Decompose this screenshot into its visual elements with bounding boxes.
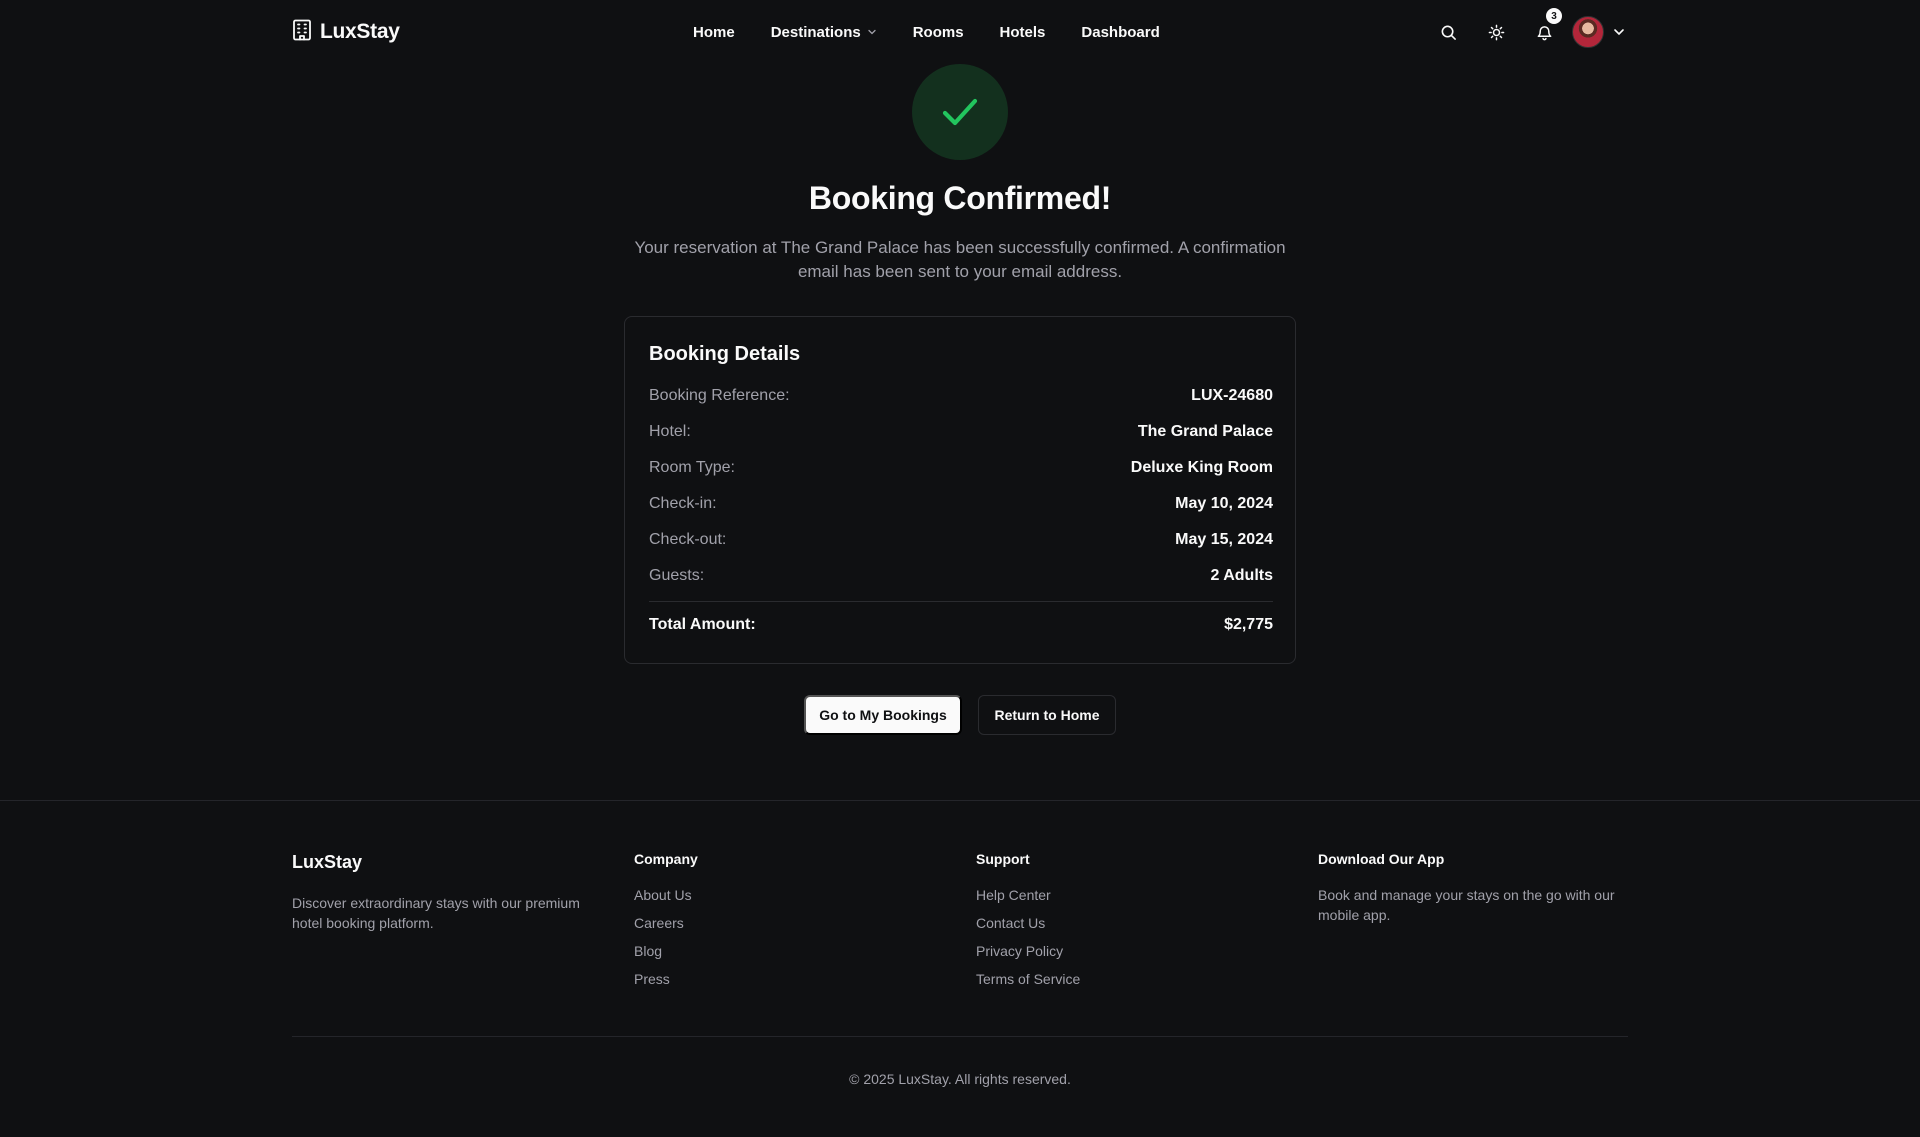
detail-value: May 15, 2024	[1175, 531, 1273, 548]
return-to-home-button[interactable]: Return to Home	[978, 695, 1116, 735]
footer-link-contact-us[interactable]: Contact Us	[976, 913, 1080, 933]
success-indicator	[912, 64, 1008, 160]
footer-link-terms-of-service[interactable]: Terms of Service	[976, 969, 1080, 989]
search-button[interactable]	[1430, 14, 1466, 50]
detail-row-room-type: Room Type: Deluxe King Room	[649, 459, 1273, 477]
detail-row-check-out: Check-out: May 15, 2024	[649, 531, 1273, 549]
footer-link-blog[interactable]: Blog	[634, 941, 698, 961]
building-icon	[292, 19, 312, 46]
footer-app-heading: Download Our App	[1318, 851, 1445, 867]
total-label: Total Amount:	[649, 616, 756, 633]
nav-home[interactable]: Home	[693, 24, 735, 41]
bell-icon	[1537, 25, 1551, 40]
footer-support-heading: Support	[976, 851, 1030, 867]
detail-label: Hotel:	[649, 423, 691, 440]
detail-value: May 10, 2024	[1175, 495, 1273, 512]
detail-value: LUX-24680	[1191, 387, 1273, 404]
confirmation-message: Your reservation at The Grand Palace has…	[634, 238, 1286, 281]
nav-destinations[interactable]: Destinations	[771, 24, 877, 41]
confirmation-title: Booking Confirmed!	[808, 180, 1112, 216]
detail-value: Deluxe King Room	[1130, 459, 1273, 476]
nav-rooms[interactable]: Rooms	[913, 24, 964, 41]
notifications-button[interactable]: 3	[1526, 8, 1562, 50]
footer-company-heading: Company	[634, 851, 698, 867]
sun-icon	[1488, 24, 1504, 40]
total-value: $2,775	[1224, 616, 1273, 633]
booking-details-card: Booking Details Booking Reference: LUX-2…	[624, 316, 1296, 664]
nav-hotels[interactable]: Hotels	[1000, 24, 1046, 41]
footer-link-help-center[interactable]: Help Center	[976, 885, 1080, 905]
user-avatar[interactable]	[1572, 16, 1604, 48]
footer-link-careers[interactable]: Careers	[634, 913, 698, 933]
detail-value: 2 Adults	[1210, 567, 1273, 584]
theme-toggle-button[interactable]	[1478, 14, 1514, 50]
detail-row-guests: Guests: 2 Adults	[649, 567, 1273, 585]
detail-row-total: Total Amount: $2,775	[649, 616, 1273, 634]
chevron-down-icon	[868, 29, 876, 35]
detail-row-hotel: Hotel: The Grand Palace	[649, 423, 1273, 441]
top-navigation-bar: LuxStay Home Destinations Rooms Hotels D…	[0, 0, 1920, 64]
footer-divider	[0, 800, 1920, 801]
footer-link-privacy-policy[interactable]: Privacy Policy	[976, 941, 1080, 961]
brand-name: LuxStay	[320, 20, 400, 43]
footer-description: Discover extraordinary stays with our pr…	[292, 895, 580, 931]
detail-value: The Grand Palace	[1137, 423, 1273, 440]
check-icon	[942, 98, 978, 126]
details-divider	[649, 601, 1273, 602]
chevron-down-icon[interactable]	[1612, 25, 1626, 39]
footer-app-column: Download Our App Book and manage your st…	[1318, 851, 1628, 925]
footer-support-column: Support Help Center Contact Us Privacy P…	[976, 851, 1080, 997]
detail-row-reference: Booking Reference: LUX-24680	[649, 387, 1273, 405]
detail-label: Booking Reference:	[649, 387, 790, 404]
search-icon	[1441, 25, 1456, 40]
detail-label: Room Type:	[649, 459, 735, 476]
footer-link-press[interactable]: Press	[634, 969, 698, 989]
detail-row-check-in: Check-in: May 10, 2024	[649, 495, 1273, 513]
booking-details-title: Booking Details	[649, 343, 801, 365]
footer-bottom-divider	[292, 1036, 1628, 1037]
footer-link-about-us[interactable]: About Us	[634, 885, 698, 905]
footer-brand: LuxStay	[292, 852, 363, 872]
footer-company-column: Company About Us Careers Blog Press	[634, 851, 698, 997]
header-actions: 3	[1430, 8, 1626, 50]
nav-dashboard[interactable]: Dashboard	[1081, 24, 1159, 41]
brand-logo[interactable]: LuxStay	[292, 18, 400, 46]
main-nav: Home Destinations Rooms Hotels Dashboard	[693, 20, 1160, 44]
nav-destinations-label: Destinations	[770, 23, 861, 41]
go-to-my-bookings-button[interactable]: Go to My Bookings	[804, 695, 962, 735]
detail-label: Guests:	[649, 567, 705, 584]
copyright-text: © 2025 LuxStay. All rights reserved.	[849, 1071, 1071, 1087]
footer-app-description: Book and manage your stays on the go wit…	[1318, 887, 1615, 923]
detail-label: Check-out:	[649, 531, 727, 548]
notification-count-badge: 3	[1546, 8, 1562, 24]
detail-label: Check-in:	[649, 495, 717, 512]
